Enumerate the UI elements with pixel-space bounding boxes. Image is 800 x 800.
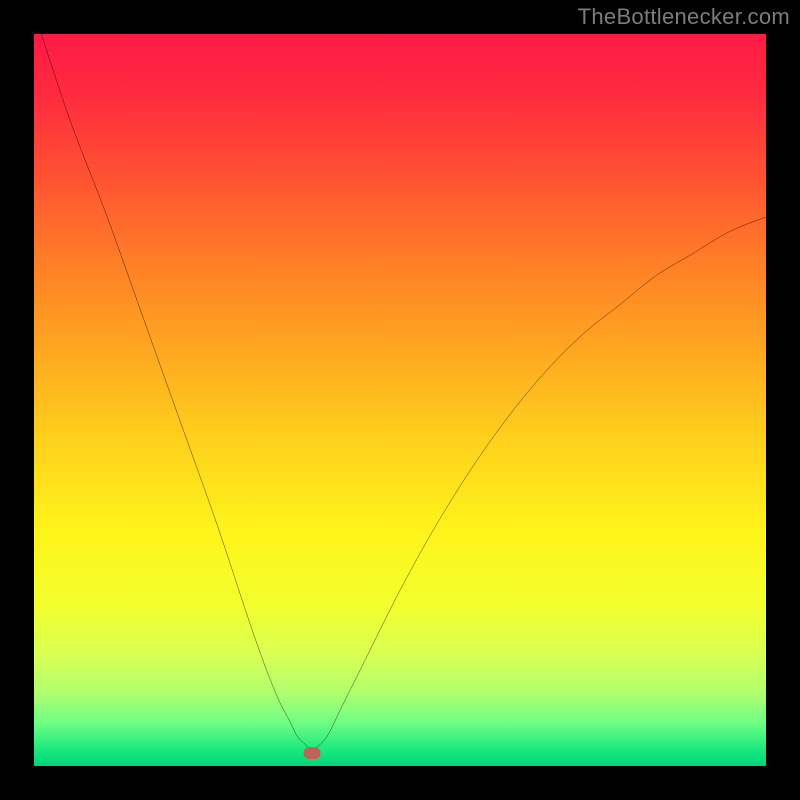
chart-frame: TheBottlenecker.com <box>0 0 800 800</box>
watermark-text: TheBottlenecker.com <box>578 4 790 30</box>
current-position-marker <box>304 747 321 759</box>
curve-right-branch <box>312 217 766 751</box>
bottleneck-curve <box>34 34 766 766</box>
curve-left-branch <box>41 34 312 751</box>
plot-area <box>34 34 766 766</box>
